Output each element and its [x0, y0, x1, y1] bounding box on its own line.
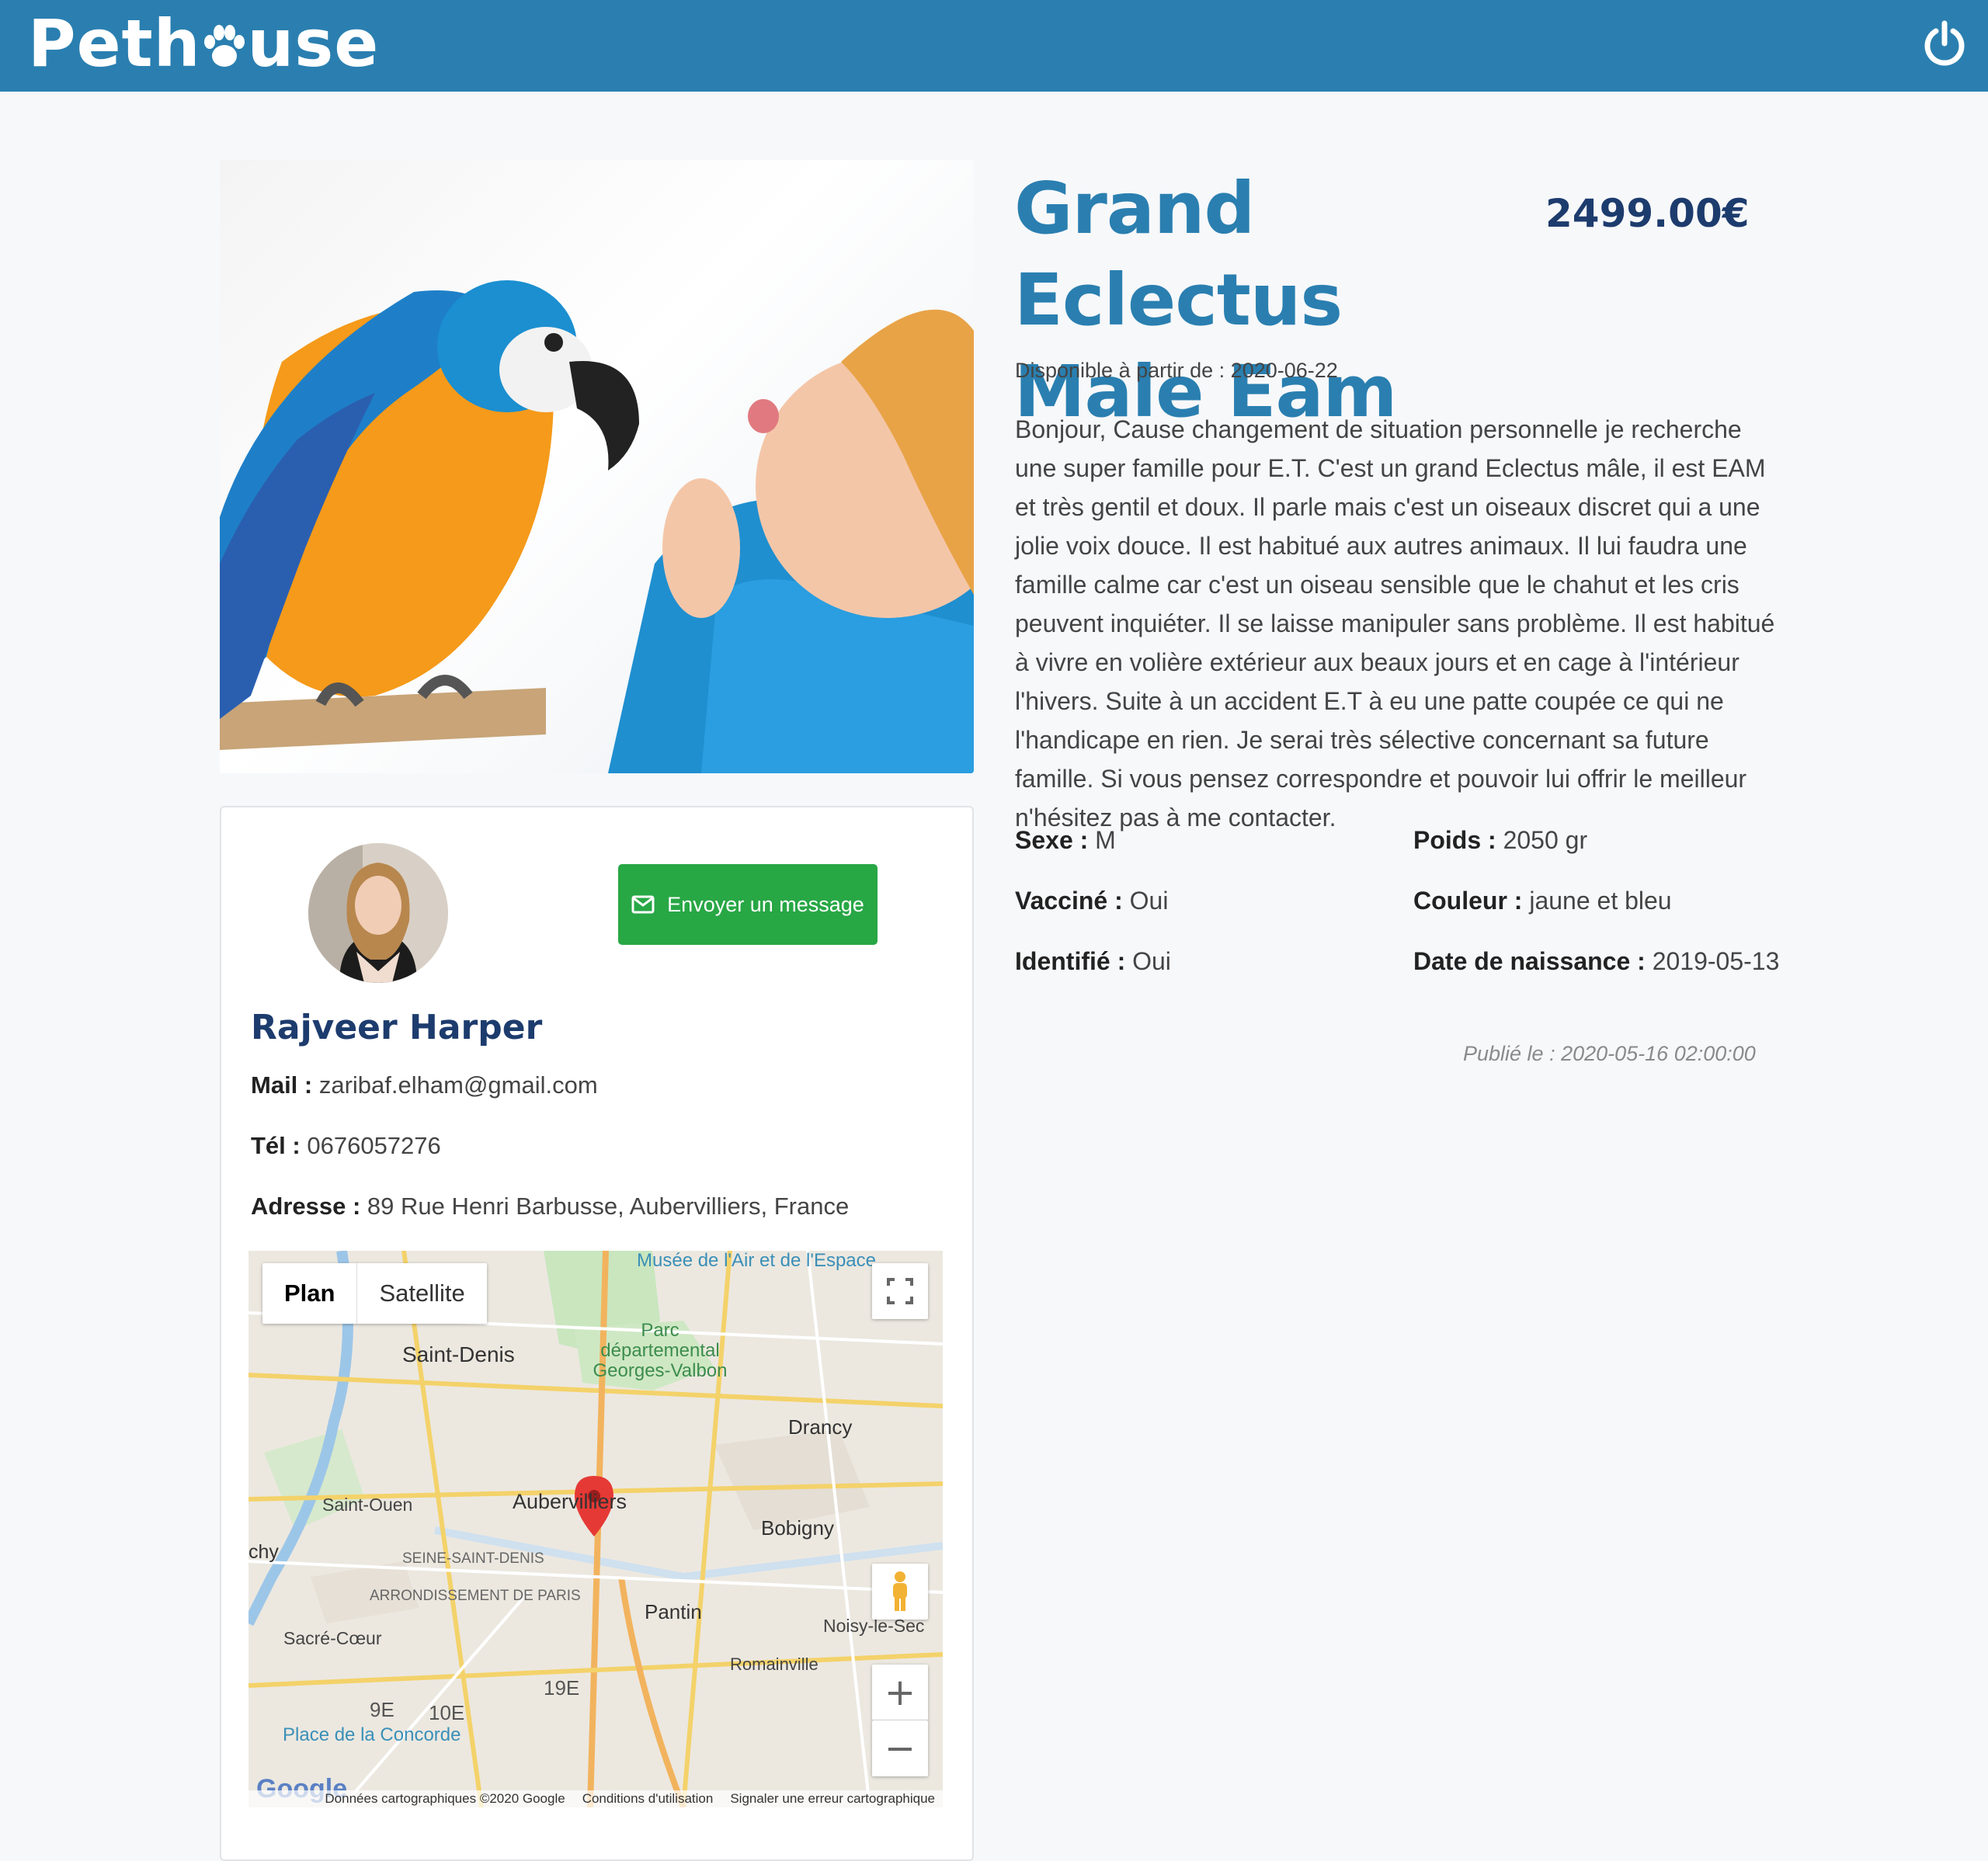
- fullscreen-button[interactable]: [872, 1263, 928, 1319]
- map-footer: Données cartographiques ©2020 Google Con…: [248, 1790, 943, 1807]
- map-label-saint-denis: Saint-Denis: [402, 1342, 515, 1366]
- address-value: 89 Rue Henri Barbusse, Aubervilliers, Fr…: [367, 1193, 850, 1220]
- map-report-link[interactable]: Signaler une erreur cartographique: [730, 1791, 935, 1807]
- poids-value: 2050 gr: [1503, 826, 1588, 854]
- map-tab-plan[interactable]: Plan: [262, 1263, 358, 1324]
- seller-address: Adresse : 89 Rue Henri Barbusse, Aubervi…: [251, 1193, 849, 1220]
- attr-naissance: Date de naissance : 2019-05-13: [1413, 947, 1779, 976]
- street-view-button[interactable]: [872, 1564, 928, 1620]
- map-label-arrondissement: ARRONDISSEMENT DE PARIS: [370, 1588, 581, 1604]
- map-label-parc: Parc départemental Georges-Valbon: [593, 1320, 728, 1381]
- naissance-value: 2019-05-13: [1652, 947, 1780, 975]
- map-label-seine: SEINE-SAINT-DENIS: [402, 1550, 544, 1567]
- power-icon[interactable]: [1923, 20, 1966, 67]
- map-label-pantin: Pantin: [645, 1600, 702, 1623]
- availability: Disponible à partir de : 2020-06-22: [1015, 359, 1338, 383]
- map-label-sacre: Sacré-Cœur: [283, 1628, 382, 1648]
- seller-phone: Tél : 0676057276: [251, 1132, 441, 1160]
- availability-label: Disponible à partir de :: [1015, 359, 1225, 382]
- map-label-10e: 10E: [429, 1701, 465, 1724]
- pet-photo: [220, 160, 974, 773]
- paw-icon: [203, 25, 245, 67]
- listing-title: Grand Eclectus Male Eam: [1014, 167, 1397, 433]
- seller-mail: Mail : zaribaf.elham@gmail.com: [251, 1071, 598, 1099]
- identifie-value: Oui: [1132, 947, 1171, 975]
- map-data-credit: Données cartographiques ©2020 Google: [325, 1791, 565, 1806]
- vaccine-label: Vacciné :: [1015, 887, 1123, 915]
- logo-text-part: use: [247, 5, 380, 82]
- map-label-19e: 19E: [544, 1676, 580, 1700]
- parrot-illustration: [220, 280, 974, 773]
- attr-poids: Poids : 2050 gr: [1413, 826, 1587, 855]
- phone-value: 0676057276: [307, 1132, 441, 1159]
- zoom-out-button[interactable]: −: [872, 1720, 928, 1776]
- seller-avatar: [308, 843, 448, 983]
- map-type-toggle: Plan Satellite: [262, 1263, 487, 1324]
- map-label-concorde: Place de la Concorde: [283, 1724, 461, 1745]
- pethouse-logo[interactable]: Peth use: [28, 5, 379, 82]
- top-navbar: Peth use: [0, 0, 1988, 92]
- identifie-label: Identifié :: [1015, 947, 1126, 975]
- address-label: Adresse :: [251, 1193, 361, 1220]
- availability-date: 2020-06-22: [1230, 359, 1338, 382]
- couleur-label: Couleur :: [1413, 887, 1523, 915]
- map-tab-satellite[interactable]: Satellite: [357, 1263, 486, 1324]
- send-message-label: Envoyer un message: [667, 892, 864, 916]
- sexe-label: Sexe :: [1015, 826, 1089, 854]
- attr-vaccine: Vacciné : Oui: [1015, 887, 1168, 915]
- envelope-icon: [631, 895, 655, 914]
- listing-price: 2499.00€: [1545, 191, 1750, 236]
- minus-icon: −: [884, 1727, 916, 1770]
- poids-label: Poids :: [1413, 826, 1496, 854]
- map-terms-link[interactable]: Conditions d'utilisation: [582, 1791, 714, 1807]
- mail-label: Mail :: [251, 1071, 313, 1099]
- attr-sexe: Sexe : M: [1015, 826, 1116, 855]
- plus-icon: +: [884, 1670, 916, 1714]
- mail-value: zaribaf.elham@gmail.com: [318, 1071, 598, 1099]
- couleur-value: jaune et bleu: [1529, 887, 1672, 915]
- logo-text-part: Peth: [28, 5, 201, 82]
- listing-description: Bonjour, Cause changement de situation p…: [1015, 415, 1775, 832]
- attr-identifie: Identifié : Oui: [1015, 947, 1171, 976]
- seller-name: Rajveer Harper: [251, 1008, 543, 1047]
- map-label-saint-ouen: Saint-Ouen: [322, 1495, 413, 1515]
- map-label-museum: Musée de l'Air et de l'Espace: [637, 1251, 876, 1271]
- attr-couleur: Couleur : jaune et bleu: [1413, 887, 1672, 915]
- fullscreen-icon: [887, 1278, 913, 1304]
- map-label-romainville: Romainville: [730, 1654, 818, 1674]
- location-map[interactable]: Musée de l'Air et de l'Espace Parc dépar…: [248, 1251, 943, 1807]
- map-label-bobigny: Bobigny: [761, 1516, 834, 1540]
- phone-label: Tél :: [251, 1132, 301, 1159]
- map-label-chy: chy: [248, 1541, 279, 1563]
- zoom-in-button[interactable]: +: [872, 1665, 928, 1720]
- map-label-9e: 9E: [370, 1698, 394, 1721]
- sexe-value: M: [1095, 826, 1116, 854]
- vaccine-value: Oui: [1129, 887, 1169, 915]
- published-date: Publié le : 2020-05-16 02:00:00: [1463, 1042, 1756, 1065]
- send-message-button[interactable]: Envoyer un message: [618, 864, 878, 945]
- map-label-aubervilliers: Aubervilliers: [513, 1490, 627, 1513]
- pegman-icon: [893, 1571, 907, 1611]
- naissance-label: Date de naissance :: [1413, 947, 1646, 975]
- map-label-drancy: Drancy: [788, 1415, 853, 1439]
